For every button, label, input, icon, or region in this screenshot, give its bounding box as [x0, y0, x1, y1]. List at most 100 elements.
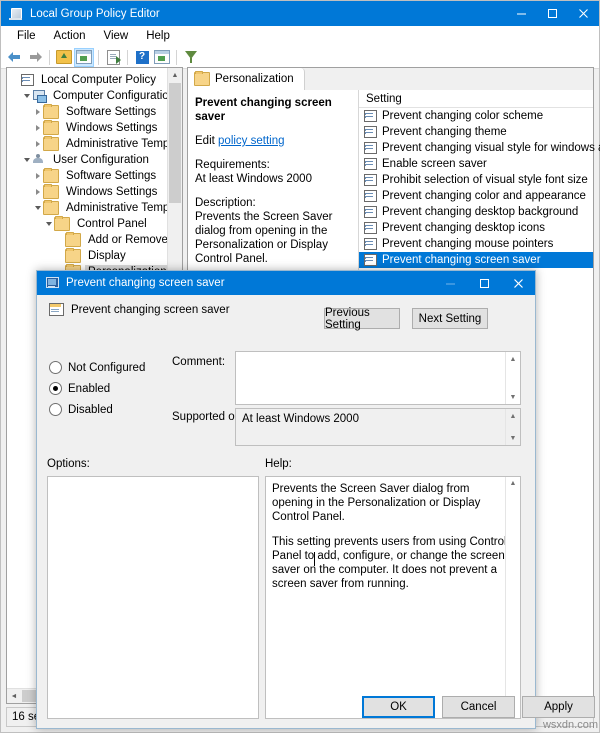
next-setting-button[interactable]: Next Setting: [412, 308, 488, 329]
list-item[interactable]: Prohibit selection of visual style font …: [359, 172, 593, 188]
menu-item-action[interactable]: Action: [45, 29, 95, 43]
folder-icon: [43, 136, 59, 151]
description-block: Description: Prevents the Screen Saver d…: [195, 196, 350, 266]
list-item[interactable]: Prevent changing desktop background: [359, 204, 593, 220]
tab-label: Personalization: [215, 73, 294, 85]
radio-not-configured[interactable]: Not Configured: [49, 357, 169, 378]
user-icon: [32, 154, 46, 166]
list-item[interactable]: Prevent changing visual style for window…: [359, 140, 600, 156]
text-caret: [314, 552, 315, 566]
forward-button[interactable]: [25, 48, 45, 67]
scroll-left-icon[interactable]: ◄: [7, 693, 21, 700]
chevron-right-icon[interactable]: [32, 136, 43, 152]
ok-button[interactable]: OK: [362, 696, 435, 718]
scroll-down-icon[interactable]: ▼: [506, 390, 520, 404]
tree-item-software-settings[interactable]: Software Settings: [10, 168, 182, 184]
toolbar-separator: [127, 49, 128, 65]
show-hide-console-tree-button[interactable]: [74, 47, 94, 67]
list-item[interactable]: Enable screen saver: [359, 156, 593, 172]
toolbar-separator: [49, 49, 50, 65]
tree-item-administrative-templates[interactable]: Administrative Templates: [10, 200, 182, 216]
tree-item-label: Local Computer Policy: [41, 73, 157, 86]
menu-item-file[interactable]: File: [8, 29, 45, 43]
menu-item-help[interactable]: Help: [137, 29, 179, 43]
tree-item-control-panel[interactable]: Control Panel: [10, 216, 182, 232]
options-panel[interactable]: [47, 476, 259, 719]
previous-setting-button[interactable]: Previous Setting: [324, 307, 400, 331]
radio-label: Disabled: [68, 403, 113, 416]
supported-on-scrollbar[interactable]: ▲ ▼: [505, 409, 520, 445]
maximize-icon[interactable]: [537, 1, 568, 26]
tree-item-user-configuration[interactable]: User Configuration: [10, 152, 182, 168]
up-one-level-button[interactable]: [54, 48, 74, 67]
help-button[interactable]: ?: [132, 48, 152, 67]
filter-icon: [184, 51, 198, 63]
filter-button[interactable]: [181, 48, 201, 67]
requirements-label: Requirements:: [195, 159, 270, 171]
export-list-button[interactable]: [103, 48, 123, 67]
chevron-down-icon[interactable]: [21, 152, 32, 168]
chevron-right-icon[interactable]: [32, 168, 43, 184]
tree-scroll-thumb[interactable]: [169, 83, 181, 203]
scroll-up-icon[interactable]: ▲: [168, 68, 182, 82]
tree-item-software-settings[interactable]: Software Settings: [10, 104, 182, 120]
list-item-label: Prevent changing color and appearance: [382, 190, 586, 202]
tree-item-label: User Configuration: [53, 153, 149, 166]
scroll-up-icon[interactable]: ▲: [506, 409, 520, 423]
close-icon[interactable]: [501, 271, 535, 295]
tab-personalization[interactable]: Personalization: [188, 68, 305, 90]
tree-item-local-computer-policy[interactable]: Local Computer Policy: [10, 72, 182, 88]
help-text-panel[interactable]: Prevents the Screen Saver dialog from op…: [265, 476, 521, 719]
back-button[interactable]: [5, 48, 25, 67]
list-item-label: Prevent changing desktop background: [382, 206, 579, 218]
tree-item-label: Control Panel: [77, 217, 147, 230]
chevron-right-icon[interactable]: [32, 104, 43, 120]
folder-icon: [43, 200, 59, 215]
dialog-title: Prevent changing screen saver: [66, 277, 225, 289]
comment-input[interactable]: ▲ ▼: [235, 351, 521, 405]
policy-setting-icon: [364, 190, 377, 202]
list-item[interactable]: Prevent changing screen saver: [359, 252, 593, 268]
tree-item-computer-configuration[interactable]: Computer Configuration: [10, 88, 182, 104]
policy-setting-icon: [364, 174, 377, 186]
close-icon[interactable]: [568, 1, 599, 26]
tree-item-windows-settings[interactable]: Windows Settings: [10, 184, 182, 200]
list-item[interactable]: Prevent changing color and appearance: [359, 188, 593, 204]
tree-item-display[interactable]: Display: [10, 248, 182, 264]
policy-tree[interactable]: Local Computer Policy Computer Configurat…: [7, 68, 182, 296]
list-item[interactable]: Prevent changing color scheme: [359, 108, 593, 124]
help-scrollbar[interactable]: ▲ ▼: [505, 477, 520, 718]
cancel-button[interactable]: Cancel: [442, 696, 515, 718]
list-item[interactable]: Prevent changing mouse pointers: [359, 236, 593, 252]
maximize-icon[interactable]: [467, 271, 501, 295]
radio-disabled[interactable]: Disabled: [49, 399, 169, 420]
settings-rows[interactable]: Prevent changing color scheme Prevent cha…: [359, 108, 600, 284]
menu-item-view[interactable]: View: [95, 29, 138, 43]
list-item[interactable]: Prevent changing desktop icons: [359, 220, 593, 236]
toolbar-separator: [98, 49, 99, 65]
chevron-right-icon[interactable]: [32, 120, 43, 136]
minimize-icon[interactable]: [506, 1, 537, 26]
policy-icon: [21, 74, 34, 86]
chevron-down-icon[interactable]: [43, 216, 54, 232]
scroll-down-icon[interactable]: ▼: [506, 431, 520, 445]
tree-item-administrative-templates[interactable]: Administrative Templates: [10, 136, 182, 152]
radio-enabled[interactable]: Enabled: [49, 378, 169, 399]
settings-column-header[interactable]: Setting: [359, 90, 593, 108]
tree-item-add-or-remove-pr[interactable]: Add or Remove Pr: [10, 232, 182, 248]
chevron-down-icon[interactable]: [21, 88, 32, 104]
apply-button[interactable]: Apply: [522, 696, 595, 718]
chevron-right-icon[interactable]: [32, 184, 43, 200]
scroll-up-icon[interactable]: ▲: [506, 477, 520, 491]
scroll-up-icon[interactable]: ▲: [506, 352, 520, 366]
computer-icon: [32, 90, 47, 103]
edit-policy-setting-link[interactable]: policy setting: [218, 135, 284, 147]
list-item[interactable]: Prevent changing theme: [359, 124, 593, 140]
chevron-down-icon[interactable]: [32, 200, 43, 216]
tree-item-windows-settings[interactable]: Windows Settings: [10, 120, 182, 136]
show-hide-action-pane-button[interactable]: [152, 48, 172, 67]
policy-title: Prevent changing screen saver: [195, 97, 332, 123]
comment-scrollbar[interactable]: ▲ ▼: [505, 352, 520, 404]
